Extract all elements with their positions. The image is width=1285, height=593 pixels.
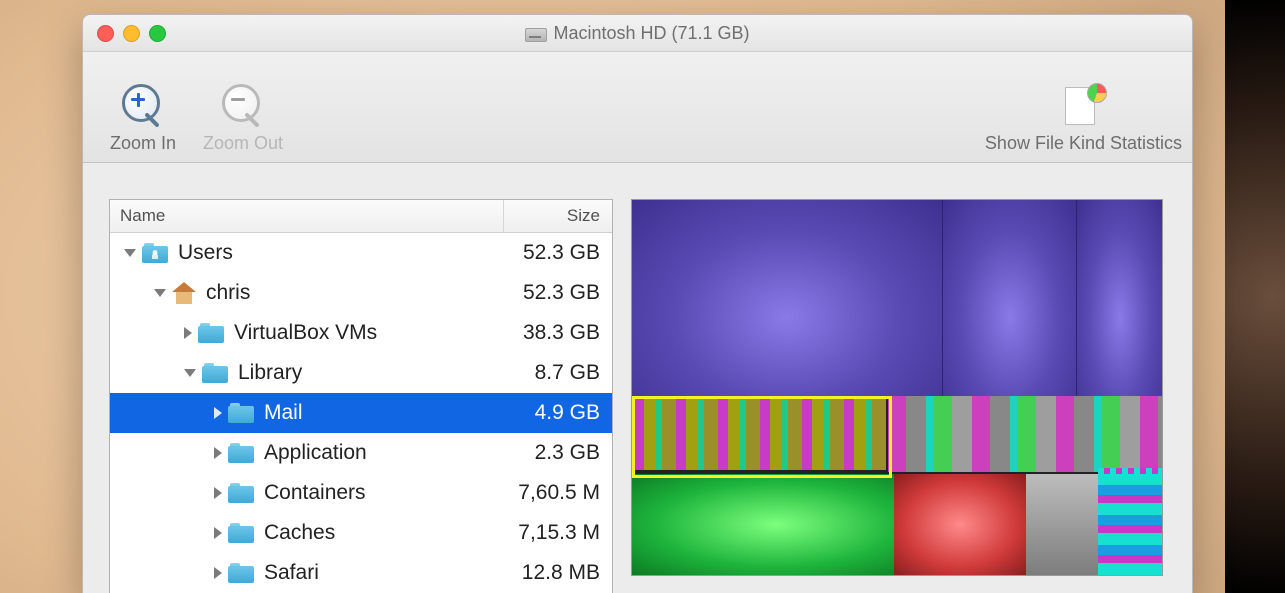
tree-row-label: Caches (264, 521, 335, 545)
tree-row-label: Mail (264, 401, 303, 425)
minimize-button[interactable] (123, 25, 140, 42)
treemap-panel[interactable] (631, 199, 1182, 593)
disclosure-closed-icon[interactable] (184, 327, 192, 339)
tree-row-label: Users (178, 241, 233, 265)
disclosure-closed-icon[interactable] (214, 567, 222, 579)
folder-icon (228, 483, 254, 503)
toolbar: Zoom In Zoom Out Show File Kind Statisti… (83, 52, 1192, 163)
treemap-selection-outline (632, 396, 892, 478)
treemap-block-virtualbox-1[interactable] (632, 200, 942, 396)
magnifier-plus-icon (120, 83, 166, 129)
tree-row-mail[interactable]: Mail 4.9 GB (110, 393, 612, 433)
folder-icon (142, 243, 168, 263)
window-title: Macintosh HD (71.1 GB) (553, 23, 749, 44)
tree-row-size: 12.8 MB (480, 561, 612, 585)
tree-row-label: Application (264, 441, 367, 465)
magnifier-minus-icon (220, 83, 266, 129)
disclosure-closed-icon[interactable] (214, 407, 222, 419)
tree-row-caches[interactable]: Caches 7,15.3 M (110, 513, 612, 553)
drive-icon (525, 24, 545, 42)
zoom-in-label: Zoom In (110, 133, 176, 154)
folder-icon (228, 563, 254, 583)
titlebar[interactable]: Macintosh HD (71.1 GB) (83, 15, 1192, 52)
tree-row-size: 38.3 GB (480, 321, 612, 345)
column-header-name[interactable]: Name (110, 200, 504, 232)
zoom-out-button[interactable]: Zoom Out (193, 83, 293, 154)
disclosure-closed-icon[interactable] (214, 527, 222, 539)
tree-row-size: 52.3 GB (480, 281, 612, 305)
folder-icon (198, 323, 224, 343)
folder-icon (228, 443, 254, 463)
tree-row-containers[interactable]: Containers 7,60.5 M (110, 473, 612, 513)
file-tree[interactable]: Name Size Users 52.3 GB chris 52.3 GB Virtua… (109, 199, 613, 593)
disclosure-closed-icon[interactable] (214, 447, 222, 459)
tree-row-size: 2.3 GB (480, 441, 612, 465)
tree-row-size: 52.3 GB (480, 241, 612, 265)
content-area: Name Size Users 52.3 GB chris 52.3 GB Virtua… (83, 199, 1192, 593)
tree-row-chris[interactable]: chris 52.3 GB (110, 273, 612, 313)
disclosure-closed-icon[interactable] (214, 487, 222, 499)
column-header-size[interactable]: Size (504, 200, 612, 232)
tree-row-users[interactable]: Users 52.3 GB (110, 233, 612, 273)
treemap-block-virtualbox-3[interactable] (1076, 200, 1163, 396)
tree-row-label: chris (206, 281, 250, 305)
treemap-block-library-misc[interactable] (888, 396, 1162, 472)
disclosure-open-icon[interactable] (184, 369, 196, 377)
disclosure-open-icon[interactable] (124, 249, 136, 257)
tree-row-library[interactable]: Library 8.7 GB (110, 353, 612, 393)
statistics-label: Show File Kind Statistics (985, 133, 1182, 154)
tree-row-label: Library (238, 361, 302, 385)
treemap-block-green[interactable] (632, 474, 894, 575)
tree-row-application[interactable]: Application 2.3 GB (110, 433, 612, 473)
zoom-out-label: Zoom Out (203, 133, 283, 154)
treemap-block-virtualbox-2[interactable] (942, 200, 1077, 396)
close-button[interactable] (97, 25, 114, 42)
tree-row-size: 7,60.5 M (480, 481, 612, 505)
maximize-button[interactable] (149, 25, 166, 42)
zoom-in-button[interactable]: Zoom In (93, 83, 193, 154)
app-window: Macintosh HD (71.1 GB) Zoom In Zoom Out (82, 14, 1193, 593)
treemap-canvas[interactable] (631, 199, 1163, 576)
home-icon (172, 282, 196, 304)
tree-row-label: VirtualBox VMs (234, 321, 377, 345)
statistics-button[interactable]: Show File Kind Statistics (985, 83, 1182, 154)
folder-icon (228, 403, 254, 423)
treemap-block-grey[interactable] (1026, 474, 1098, 575)
tree-row-virtualbox-vms[interactable]: VirtualBox VMs 38.3 GB (110, 313, 612, 353)
treemap-block-cyan[interactable] (1098, 474, 1162, 575)
folder-icon (202, 363, 228, 383)
tree-row-size: 7,15.3 M (480, 521, 612, 545)
tree-row-label: Safari (264, 561, 319, 585)
tree-row-label: Containers (264, 481, 366, 505)
tree-row-size: 8.7 GB (480, 361, 612, 385)
tree-row-size: 4.9 GB (480, 401, 612, 425)
statistics-icon (1059, 83, 1107, 129)
tree-row-safari[interactable]: Safari 12.8 MB (110, 553, 612, 593)
folder-icon (228, 523, 254, 543)
disclosure-open-icon[interactable] (154, 289, 166, 297)
treemap-block-red[interactable] (894, 474, 1026, 575)
